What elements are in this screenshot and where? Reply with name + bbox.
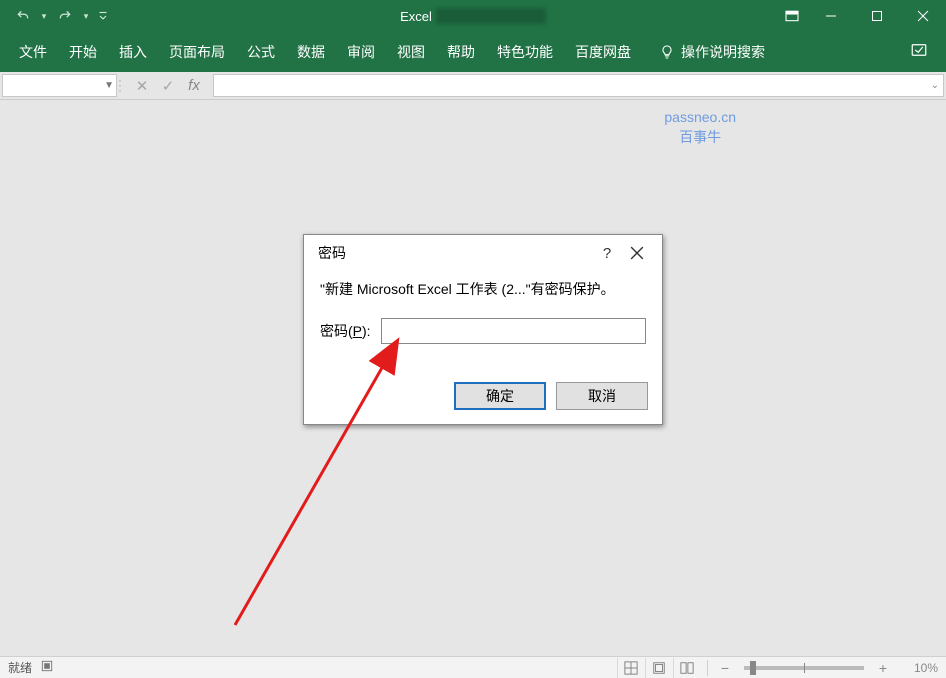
formula-input[interactable]: ⌄ (213, 74, 944, 97)
lightbulb-icon (659, 44, 675, 60)
macro-recording-icon[interactable] (40, 659, 54, 676)
password-input[interactable] (381, 318, 646, 344)
tab-formulas[interactable]: 公式 (236, 32, 286, 72)
share-button[interactable] (900, 41, 938, 64)
close-button[interactable] (900, 0, 946, 32)
window-title: Excel (400, 8, 546, 24)
tell-me-search[interactable]: 操作说明搜索 (648, 32, 776, 72)
zoom-slider[interactable] (744, 666, 864, 670)
view-page-layout-button[interactable] (645, 658, 671, 678)
watermark: passneo.cn 百事牛 (664, 108, 736, 147)
password-field-row: 密码(P): (320, 318, 646, 344)
quick-access-toolbar: ▾ ▾ (0, 2, 114, 30)
view-page-break-button[interactable] (673, 658, 699, 678)
zoom-slider-center-tick (804, 663, 805, 673)
titlebar: ▾ ▾ Excel (0, 0, 946, 32)
worksheet-area[interactable]: passneo.cn 百事牛 密码 ? "新建 Microsoft Excel … (0, 100, 946, 656)
tab-data[interactable]: 数据 (286, 32, 336, 72)
dialog-help-button[interactable]: ? (592, 238, 622, 268)
undo-menu-chevron-icon[interactable]: ▾ (38, 2, 50, 30)
statusbar-divider (707, 660, 708, 676)
tab-home[interactable]: 开始 (58, 32, 108, 72)
tab-help[interactable]: 帮助 (436, 32, 486, 72)
blurred-filename (436, 8, 546, 24)
statusbar: 就绪 − + 10% (0, 656, 946, 678)
dialog-body: "新建 Microsoft Excel 工作表 (2..."有密码保护。 密码(… (304, 271, 662, 382)
formula-buttons: ✕ ✓ fx (123, 72, 213, 99)
status-ready: 就绪 (8, 659, 32, 676)
view-normal-button[interactable] (617, 658, 643, 678)
dialog-title: 密码 (318, 243, 346, 263)
insert-function-button[interactable]: fx (181, 74, 207, 98)
tab-special[interactable]: 特色功能 (486, 32, 564, 72)
dialog-message: "新建 Microsoft Excel 工作表 (2..."有密码保护。 (320, 279, 646, 300)
ribbon-display-options-button[interactable] (776, 0, 808, 32)
ok-button[interactable]: 确定 (454, 382, 546, 410)
dialog-close-button[interactable] (622, 238, 652, 268)
zoom-slider-thumb[interactable] (750, 661, 756, 675)
cancel-button[interactable]: 取消 (556, 382, 648, 410)
enter-entry-button[interactable]: ✓ (155, 74, 181, 98)
tab-insert[interactable]: 插入 (108, 32, 158, 72)
password-dialog: 密码 ? "新建 Microsoft Excel 工作表 (2..."有密码保护… (303, 234, 663, 425)
name-box-dropdown-icon[interactable]: ▼ (104, 80, 114, 91)
zoom-out-button[interactable]: − (716, 660, 734, 676)
redo-menu-chevron-icon[interactable]: ▾ (80, 2, 92, 30)
app-name: Excel (400, 9, 432, 24)
zoom-percent[interactable]: 10% (894, 661, 938, 675)
formula-bar: ▼ ⋮ ✕ ✓ fx ⌄ (0, 72, 946, 100)
watermark-line1: passneo.cn (664, 108, 736, 128)
name-box[interactable]: ▼ (2, 74, 117, 97)
cancel-entry-button[interactable]: ✕ (129, 74, 155, 98)
zoom-in-button[interactable]: + (874, 660, 892, 676)
dialog-titlebar[interactable]: 密码 ? (304, 235, 662, 271)
minimize-button[interactable] (808, 0, 854, 32)
formula-expand-icon[interactable]: ⌄ (931, 80, 939, 91)
dialog-buttons: 确定 取消 (304, 382, 662, 424)
tab-review[interactable]: 审阅 (336, 32, 386, 72)
ribbon-tabs: 文件 开始 插入 页面布局 公式 数据 审阅 视图 帮助 特色功能 百度网盘 操… (0, 32, 946, 72)
customize-qat-chevron-icon[interactable] (92, 2, 114, 30)
maximize-button[interactable] (854, 0, 900, 32)
undo-button[interactable] (8, 2, 38, 30)
tab-file[interactable]: 文件 (8, 32, 58, 72)
tab-page-layout[interactable]: 页面布局 (158, 32, 236, 72)
window-controls (776, 0, 946, 32)
tab-view[interactable]: 视图 (386, 32, 436, 72)
tab-baidu-netdisk[interactable]: 百度网盘 (564, 32, 642, 72)
tell-me-label: 操作说明搜索 (681, 42, 765, 62)
redo-button[interactable] (50, 2, 80, 30)
password-label: 密码(P): (320, 321, 371, 341)
watermark-line2: 百事牛 (664, 128, 736, 148)
